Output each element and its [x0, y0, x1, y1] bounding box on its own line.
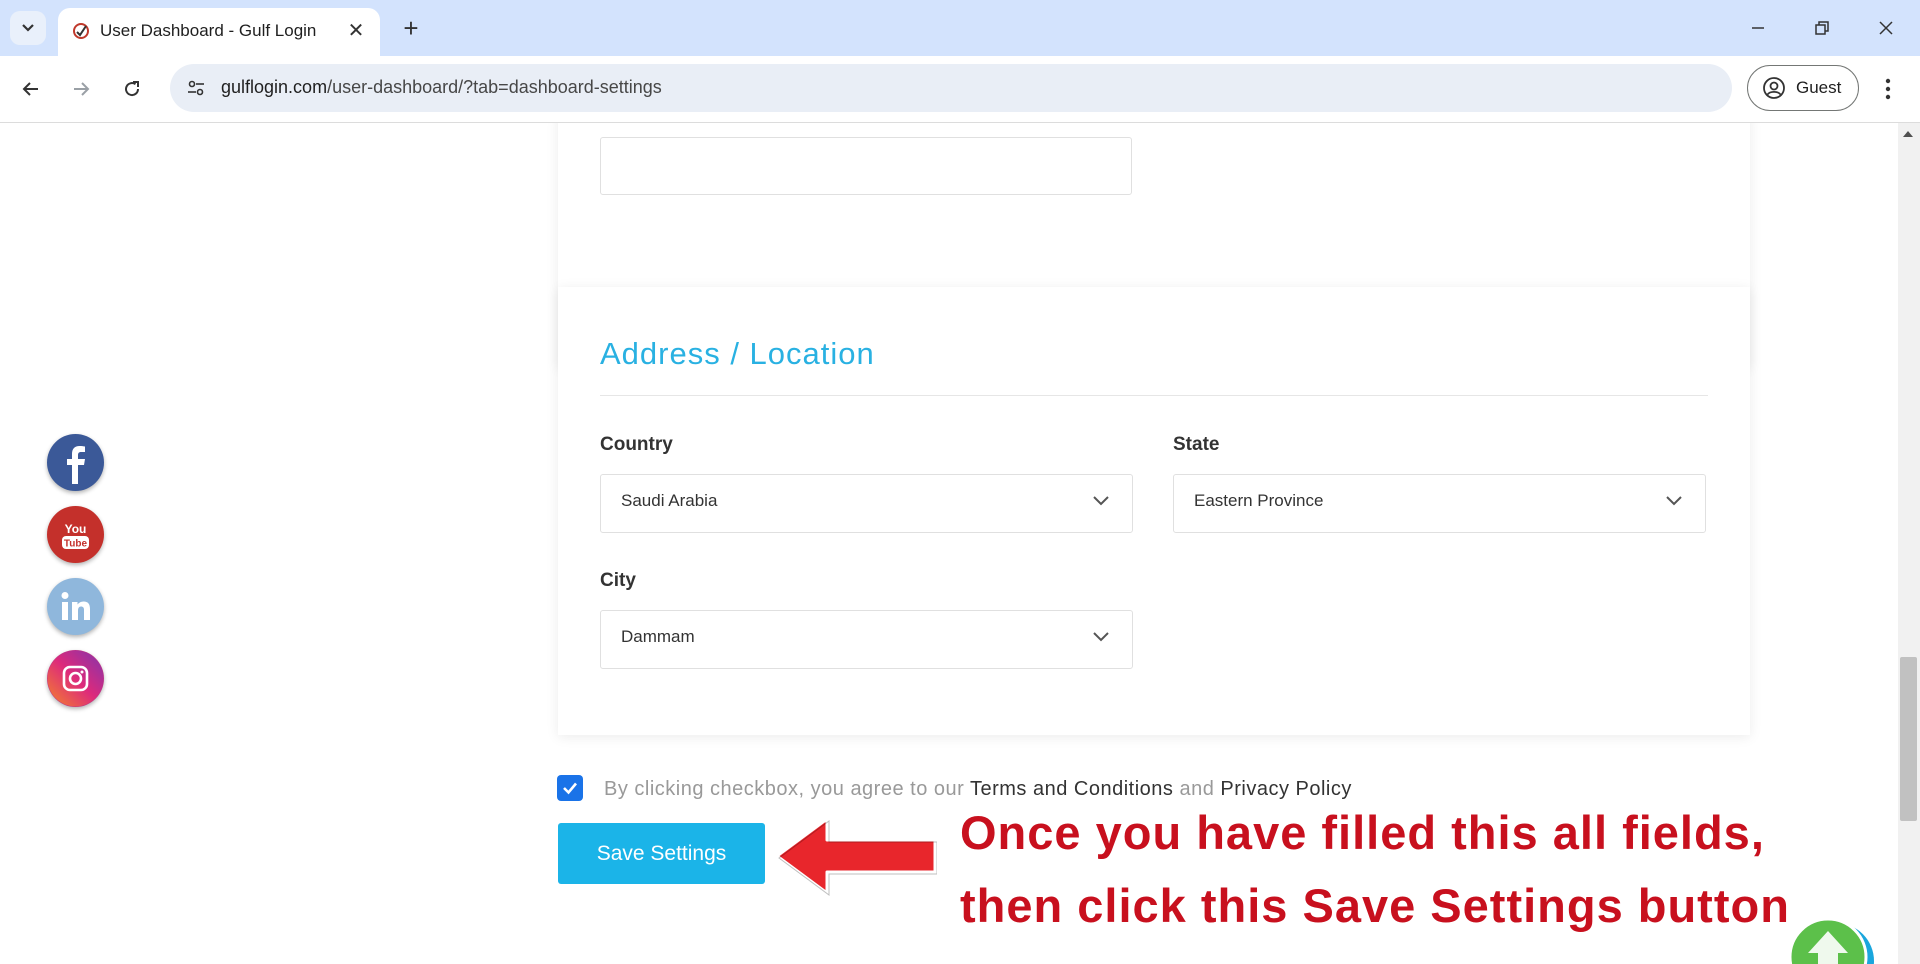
profile-button[interactable]: Guest: [1747, 65, 1859, 111]
url-domain: gulflogin.com: [221, 77, 328, 97]
browser-menu-button[interactable]: [1874, 69, 1902, 109]
svg-text:Tube: Tube: [64, 539, 88, 550]
country-value: Saudi Arabia: [621, 491, 718, 510]
minimize-button[interactable]: [1730, 8, 1786, 48]
tab-title: User Dashboard - Gulf Login: [100, 21, 317, 40]
page-viewport: Address / Location Country Saudi Arabia …: [0, 123, 1898, 964]
privacy-link[interactable]: Privacy Policy: [1220, 778, 1351, 800]
address-section-title: Address / Location: [600, 336, 875, 371]
scroll-up-arrow-icon[interactable]: [1903, 131, 1913, 137]
arrow-left-icon: [22, 82, 38, 96]
browser-tab[interactable]: User Dashboard - Gulf Login ✕: [58, 8, 380, 56]
tab-close-icon[interactable]: ✕: [344, 18, 368, 42]
linkedin-icon[interactable]: [47, 578, 104, 635]
page-scrollbar[interactable]: [1898, 123, 1920, 964]
terms-link[interactable]: Terms and Conditions: [970, 778, 1173, 800]
minimize-icon: [1752, 27, 1764, 29]
agree-checkbox[interactable]: [557, 775, 583, 801]
url-text: gulflogin.com/user-dashboard/?tab=dashbo…: [221, 77, 662, 98]
state-label: State: [1173, 434, 1220, 455]
arrow-right-icon: [74, 82, 90, 96]
scrollbar-thumb[interactable]: [1900, 657, 1917, 821]
svg-text:You: You: [65, 522, 87, 536]
agreement-and: and: [1173, 778, 1221, 800]
reload-icon: [125, 81, 140, 97]
tab-search-button[interactable]: [10, 11, 46, 45]
tune-icon: [188, 80, 204, 96]
annotation-line-1: Once you have filled this all fields,: [960, 806, 1765, 859]
url-path: /user-dashboard/?tab=dashboard-settings: [327, 77, 662, 97]
chevron-down-icon: [1093, 632, 1109, 642]
agreement-text: By clicking checkbox, you agree to our T…: [604, 778, 1352, 801]
new-tab-button[interactable]: +: [395, 12, 427, 44]
state-value: Eastern Province: [1194, 491, 1324, 510]
annotation-line-2: then click this Save Settings button: [960, 879, 1790, 932]
country-select[interactable]: Saudi Arabia: [600, 474, 1133, 533]
account-circle-icon: [1763, 77, 1785, 99]
chevron-down-icon: [1093, 496, 1109, 506]
address-bar[interactable]: gulflogin.com/user-dashboard/?tab=dashbo…: [170, 64, 1732, 112]
city-value: Dammam: [621, 627, 695, 646]
restore-button[interactable]: [1794, 8, 1850, 48]
checkmark-icon: [563, 782, 577, 795]
red-arrow-icon: [775, 817, 937, 896]
chevron-down-icon: [22, 24, 34, 32]
gulf-login-favicon-icon: [73, 23, 89, 39]
restore-icon: [1815, 21, 1829, 35]
city-label: City: [600, 570, 636, 591]
more-vert-icon: [1885, 78, 1891, 100]
youtube-icon[interactable]: You Tube: [47, 506, 104, 563]
instagram-icon[interactable]: [47, 650, 104, 707]
state-select[interactable]: Eastern Province: [1173, 474, 1706, 533]
back-to-top-button[interactable]: [1788, 913, 1878, 964]
previous-text-input[interactable]: [600, 137, 1132, 195]
country-label: Country: [600, 434, 673, 455]
site-info-button[interactable]: [180, 72, 212, 104]
city-select[interactable]: Dammam: [600, 610, 1133, 669]
chevron-down-icon: [1666, 496, 1682, 506]
save-settings-button[interactable]: Save Settings: [558, 823, 765, 884]
profile-label: Guest: [1796, 78, 1842, 97]
close-window-button[interactable]: [1858, 8, 1914, 48]
back-button[interactable]: [11, 69, 51, 109]
close-icon: [1879, 21, 1893, 35]
facebook-icon[interactable]: [47, 434, 104, 491]
forward-button[interactable]: [61, 69, 101, 109]
section-divider: [600, 395, 1708, 396]
browser-tab-bar: User Dashboard - Gulf Login ✕ +: [0, 0, 1920, 56]
agreement-prefix: By clicking checkbox, you agree to our: [604, 778, 970, 800]
browser-toolbar: gulflogin.com/user-dashboard/?tab=dashbo…: [0, 56, 1920, 123]
reload-button[interactable]: [112, 69, 152, 109]
